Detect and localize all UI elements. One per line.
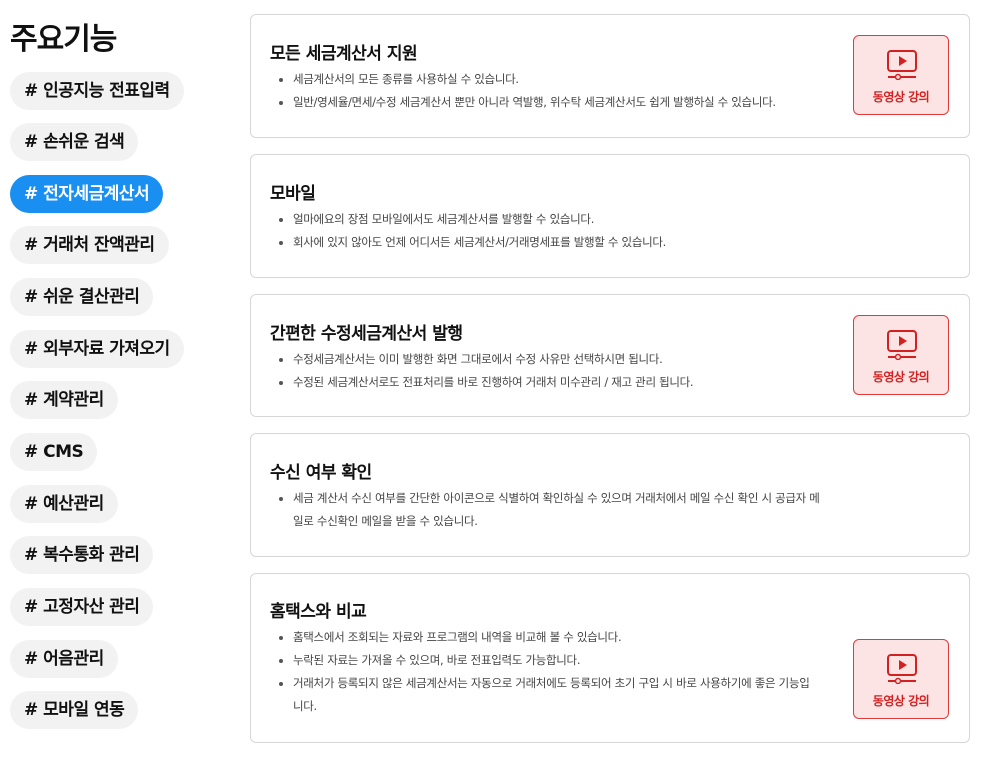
tag-cms[interactable]: # CMS [10, 433, 98, 471]
feature-card-hometax-compare: 홈택스와 비교 홈택스에서 조회되는 자료와 프로그램의 내역을 비교해 볼 수… [250, 573, 970, 743]
play-video-icon [887, 50, 917, 80]
tag-external-import[interactable]: # 외부자료 가져오기 [10, 330, 184, 368]
tag-ai-voucher[interactable]: # 인공지능 전표입력 [10, 72, 184, 110]
tag-multi-currency[interactable]: # 복수통화 관리 [10, 536, 154, 574]
tag-e-tax-invoice[interactable]: # 전자세금계산서 [10, 175, 164, 213]
tag-fixed-assets[interactable]: # 고정자산 관리 [10, 588, 154, 626]
card-title: 홈택스와 비교 [270, 602, 367, 622]
bullet-item: 회사에 있지 않아도 언제 어디서든 세금계산서/거래명세표를 발행할 수 있습… [275, 231, 835, 254]
sidebar: 주요기능 # 인공지능 전표입력 # 손쉬운 검색 # 전자세금계산서 # 거래… [0, 0, 240, 759]
bullet-item: 수정된 세금계산서로도 전표처리를 바로 진행하여 거래처 미수관리 / 재고 … [275, 371, 835, 394]
tag-settlement[interactable]: # 쉬운 결산관리 [10, 278, 154, 316]
bullet-item: 세금계산서의 모든 종류를 사용하실 수 있습니다. [275, 68, 835, 91]
tag-contract[interactable]: # 계약관리 [10, 381, 118, 419]
bullet-item: 누락된 자료는 가져올 수 있으며, 바로 전표입력도 가능합니다. [275, 649, 815, 672]
feature-card-amended-invoice: 간편한 수정세금계산서 발행 수정세금계산서는 이미 발행한 화면 그대로에서 … [250, 294, 970, 417]
tag-easy-search[interactable]: # 손쉬운 검색 [10, 123, 139, 161]
feature-card-mobile: 모바일 얼마에요의 장점 모바일에서도 세금계산서를 발행할 수 있습니다. 회… [250, 154, 970, 278]
bullet-item: 거래처가 등록되지 않은 세금계산서는 자동으로 거래처에도 등록되어 초기 구… [275, 672, 815, 718]
tag-balance-management[interactable]: # 거래처 잔액관리 [10, 226, 169, 264]
bullet-item: 세금 계산서 수신 여부를 간단한 아이콘으로 식별하여 확인하실 수 있으며 … [275, 487, 823, 533]
play-video-icon [887, 330, 917, 360]
feature-card-receipt-check: 수신 여부 확인 세금 계산서 수신 여부를 간단한 아이콘으로 식별하여 확인… [250, 433, 970, 557]
video-lecture-label: 동영상 강의 [872, 370, 930, 384]
tag-mobile-link[interactable]: # 모바일 연동 [10, 691, 139, 729]
card-bullets: 세금계산서의 모든 종류를 사용하실 수 있습니다. 일반/영세율/면세/수정 … [275, 68, 835, 114]
play-video-icon [887, 654, 917, 684]
card-title: 모바일 [270, 184, 316, 204]
bullet-item: 얼마에요의 장점 모바일에서도 세금계산서를 발행할 수 있습니다. [275, 208, 835, 231]
card-bullets: 홈택스에서 조회되는 자료와 프로그램의 내역을 비교해 볼 수 있습니다. 누… [275, 626, 815, 718]
card-bullets: 세금 계산서 수신 여부를 간단한 아이콘으로 식별하여 확인하실 수 있으며 … [275, 487, 823, 533]
tag-budget[interactable]: # 예산관리 [10, 485, 118, 523]
bullet-item: 수정세금계산서는 이미 발행한 화면 그대로에서 수정 사유만 선택하시면 됩니… [275, 348, 835, 371]
bullet-item: 일반/영세율/면세/수정 세금계산서 뿐만 아니라 역발행, 위수탁 세금계산서… [275, 91, 835, 114]
card-title: 모든 세금계산서 지원 [270, 44, 418, 64]
card-title: 간편한 수정세금계산서 발행 [270, 324, 463, 344]
bullet-item: 홈택스에서 조회되는 자료와 프로그램의 내역을 비교해 볼 수 있습니다. [275, 626, 815, 649]
video-lecture-label: 동영상 강의 [872, 694, 930, 708]
card-bullets: 얼마에요의 장점 모바일에서도 세금계산서를 발행할 수 있습니다. 회사에 있… [275, 208, 835, 254]
video-lecture-button[interactable]: 동영상 강의 [853, 315, 949, 395]
video-lecture-button[interactable]: 동영상 강의 [853, 639, 949, 719]
card-bullets: 수정세금계산서는 이미 발행한 화면 그대로에서 수정 사유만 선택하시면 됩니… [275, 348, 835, 394]
video-lecture-label: 동영상 강의 [872, 90, 930, 104]
card-title: 수신 여부 확인 [270, 463, 372, 483]
page-title: 주요기능 [10, 22, 117, 57]
feature-card-all-invoices: 모든 세금계산서 지원 세금계산서의 모든 종류를 사용하실 수 있습니다. 일… [250, 14, 970, 138]
video-lecture-button[interactable]: 동영상 강의 [853, 35, 949, 115]
tag-notes[interactable]: # 어음관리 [10, 640, 118, 678]
